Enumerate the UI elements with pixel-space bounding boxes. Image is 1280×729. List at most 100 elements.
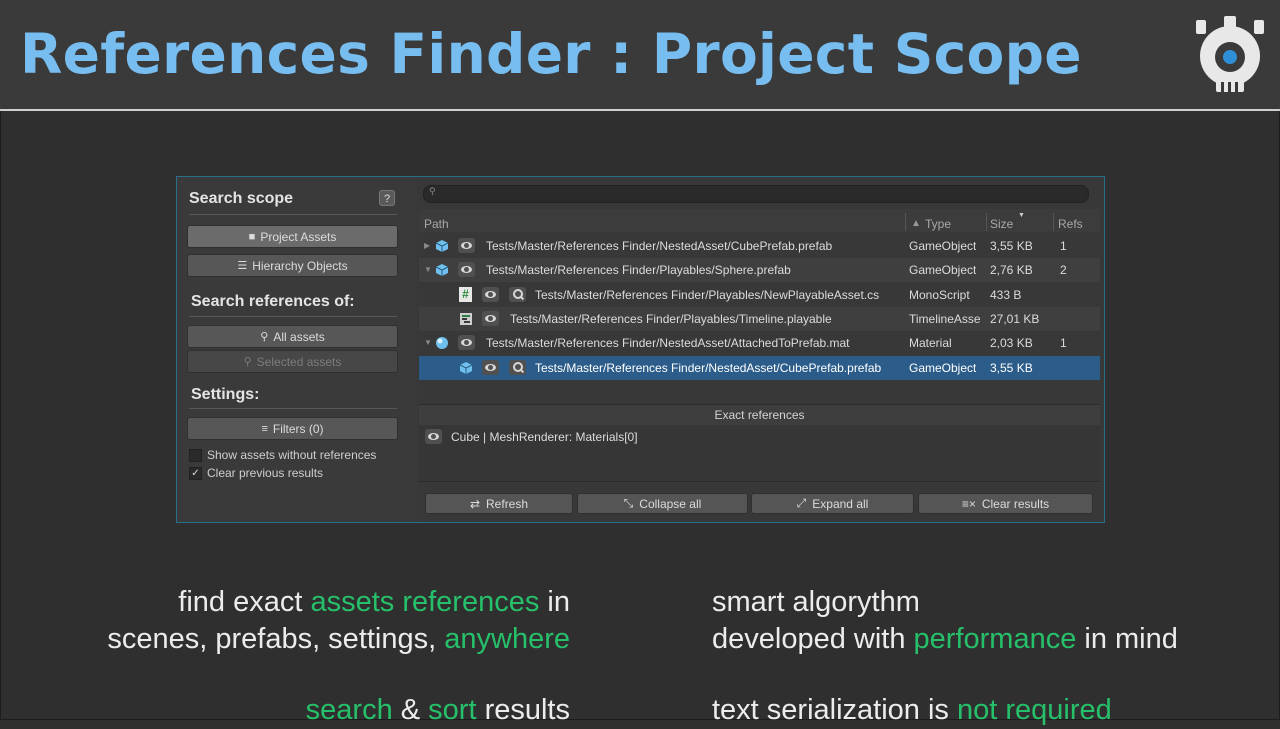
exact-reference-label: Cube | MeshRenderer: Materials[0] (451, 430, 638, 444)
clear-previous-toggle[interactable]: ✓ Clear previous results (189, 466, 323, 480)
script-hash-icon: # (459, 287, 472, 302)
table-row[interactable]: # Tests/Master/References Finder/Playabl… (419, 283, 1100, 307)
slide-header: References Finder : Project Scope (0, 0, 1280, 111)
collapse-icon: ⤡ (623, 496, 634, 510)
feature-line: scenes, prefabs, settings, anywhere (107, 621, 570, 658)
col-refs[interactable]: Refs (1058, 217, 1083, 231)
highlight-text: not required (957, 694, 1112, 726)
eye-icon[interactable] (458, 262, 475, 277)
selected-assets-label: Selected assets (256, 354, 342, 369)
table-row-selected[interactable]: Tests/Master/References Finder/NestedAss… (419, 356, 1100, 380)
table-row[interactable]: ▼ Tests/Master/References Finder/NestedA… (419, 331, 1100, 355)
foldout-expanded-icon[interactable]: ▼ (424, 338, 432, 347)
highlight-text: assets references (310, 586, 540, 618)
row-path: Tests/Master/References Finder/NestedAss… (486, 336, 850, 350)
table-row[interactable]: ▶ Tests/Master/References Finder/NestedA… (419, 234, 1100, 258)
feature-text: search & sort results (306, 692, 570, 729)
checkmark-icon[interactable]: ✓ (189, 466, 202, 480)
help-icon[interactable]: ? (379, 190, 395, 206)
exact-references-header: Exact references (419, 404, 1100, 426)
text: in mind (1076, 623, 1178, 655)
highlight-text: search (305, 694, 393, 726)
column-divider[interactable] (1053, 213, 1054, 231)
row-type: GameObject (909, 263, 977, 277)
eye-icon[interactable] (458, 335, 475, 350)
text: in (539, 586, 570, 618)
row-size: 2,03 KB (990, 336, 1033, 350)
collapse-all-label: Collapse all (639, 496, 702, 511)
filters-label: Filters (0) (272, 421, 324, 436)
col-type[interactable]: Type (925, 217, 951, 231)
eye-icon[interactable] (482, 287, 499, 302)
foldout-expanded-icon[interactable]: ▼ (424, 265, 432, 274)
timeline-icon (460, 313, 472, 325)
exact-references-list: Cube | MeshRenderer: Materials[0] (419, 425, 1100, 482)
references-finder-window: Search scope ? ■ Project Assets ☰ Hierar… (176, 176, 1105, 523)
row-type: GameObject (909, 239, 977, 253)
folder-icon: ■ (248, 230, 256, 243)
prefab-cube-icon (435, 264, 449, 276)
eye-icon[interactable] (425, 429, 442, 444)
all-assets-button[interactable]: ⚲ All assets (187, 325, 398, 348)
table-row[interactable]: ▼ Tests/Master/References Finder/Playabl… (419, 258, 1100, 282)
search-icon[interactable] (509, 287, 526, 302)
row-path: Tests/Master/References Finder/NestedAss… (486, 239, 833, 253)
foldout-collapsed-icon[interactable]: ▶ (424, 241, 430, 250)
expand-all-button[interactable]: ⤢ Expand all (751, 493, 914, 514)
divider (189, 316, 397, 317)
brand-logo-icon (1196, 16, 1264, 92)
refresh-button[interactable]: ⇄ Refresh (425, 493, 573, 514)
row-refs: 1 (1060, 239, 1067, 253)
eye-icon[interactable] (482, 360, 499, 375)
results-search-input[interactable]: ⚲ (423, 185, 1089, 203)
eye-icon[interactable] (482, 311, 499, 326)
collapse-all-button[interactable]: ⤡ Collapse all (577, 493, 748, 514)
feature-text: smart algorythm developed with performan… (712, 584, 1178, 658)
material-sphere-icon (436, 337, 448, 349)
text: text serialization is (712, 694, 957, 726)
table-row[interactable]: Tests/Master/References Finder/Playables… (419, 307, 1100, 331)
search-settings-panel: Search scope ? ■ Project Assets ☰ Hierar… (177, 177, 417, 522)
col-path[interactable]: Path (424, 217, 449, 231)
hierarchy-icon: ☰ (237, 260, 248, 272)
row-size: 433 B (990, 288, 1022, 302)
project-assets-button[interactable]: ■ Project Assets (187, 225, 398, 248)
divider (189, 408, 397, 409)
show-without-refs-toggle[interactable]: Show assets without references (189, 448, 376, 462)
row-path: Tests/Master/References Finder/Playables… (535, 288, 880, 302)
text: developed with (712, 623, 914, 655)
row-path: Tests/Master/References Finder/NestedAss… (535, 361, 882, 375)
list-item[interactable]: Cube | MeshRenderer: Materials[0] (419, 427, 1100, 451)
text: results (476, 694, 570, 726)
row-size: 27,01 KB (990, 312, 1040, 326)
expand-all-label: Expand all (812, 496, 869, 511)
search-icon: ⚲ (260, 331, 269, 343)
column-divider[interactable] (905, 213, 906, 231)
column-divider[interactable] (986, 213, 987, 231)
filters-button[interactable]: ≡ Filters (0) (187, 417, 398, 440)
type-sort-icon: ▲ (911, 218, 921, 229)
col-size[interactable]: Size (990, 217, 1013, 231)
table-header: Path ▲ Type Size ▼ Refs (419, 209, 1100, 232)
project-assets-label: Project Assets (260, 229, 337, 244)
row-size: 2,76 KB (990, 263, 1033, 277)
results-panel: ⚲ Path ▲ Type Size ▼ Refs ▶ Tests/Master… (419, 177, 1104, 522)
all-assets-label: All assets (273, 329, 325, 344)
search-icon[interactable] (509, 360, 526, 375)
search-icon: ⚲ (429, 186, 436, 196)
clear-results-button[interactable]: ≡× Clear results (918, 493, 1093, 514)
refresh-icon: ⇄ (469, 496, 481, 511)
highlight-text: sort (428, 694, 477, 726)
highlight-text: anywhere (444, 623, 570, 655)
hierarchy-objects-button[interactable]: ☰ Hierarchy Objects (187, 254, 398, 277)
prefab-cube-icon (459, 362, 473, 374)
checkbox-unchecked[interactable] (189, 448, 202, 462)
text: & (392, 694, 429, 726)
search-icon: ⚲ (243, 356, 252, 368)
feature-line: developed with performance in mind (712, 621, 1178, 658)
clear-previous-label: Clear previous results (207, 466, 324, 480)
eye-icon[interactable] (458, 238, 475, 253)
selected-assets-button[interactable]: ⚲ Selected assets (187, 350, 398, 373)
slide-title: References Finder : Project Scope (20, 22, 1082, 86)
highlight-text: performance (913, 623, 1077, 655)
